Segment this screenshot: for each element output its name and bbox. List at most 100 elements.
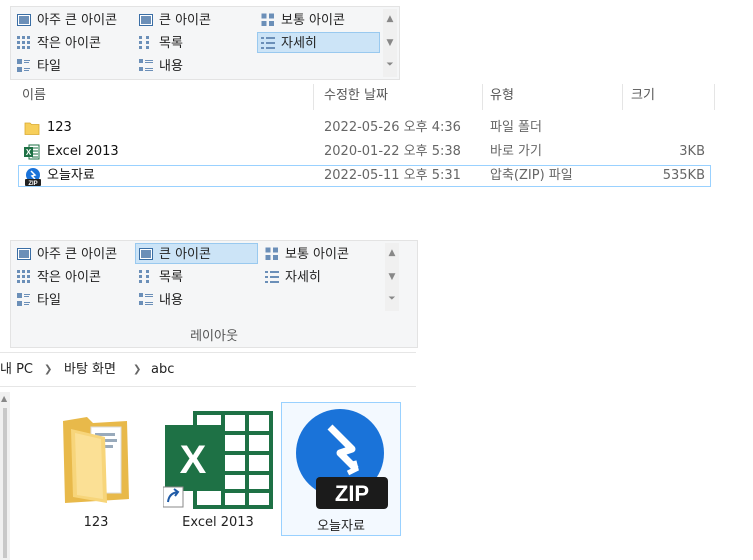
details-icon: [261, 36, 275, 50]
label: 보통 아이콘: [281, 13, 345, 28]
details-icon: [265, 270, 279, 284]
label: 보통 아이콘: [285, 247, 349, 262]
tile-label: 오늘자료: [317, 519, 365, 534]
excel-shortcut-icon: X: [24, 144, 40, 160]
tile-label: 123: [83, 515, 109, 530]
file-date: 2020-01-22 오후 5:38: [324, 144, 461, 159]
layout-large-icons[interactable]: 큰 아이콘: [135, 243, 258, 264]
tiles-icon: [17, 59, 31, 73]
column-divider[interactable]: [622, 84, 623, 110]
scroll-down-icon[interactable]: ▼: [383, 37, 397, 49]
layout-list[interactable]: 목록: [135, 32, 188, 53]
label: 큰 아이콘: [159, 247, 211, 262]
small-icons-icon: [17, 36, 31, 50]
label: 아주 큰 아이콘: [37, 13, 118, 28]
column-divider[interactable]: [714, 84, 715, 110]
chevron-right-icon[interactable]: ❯: [133, 361, 141, 379]
file-date: 2022-05-26 오후 4:36: [324, 120, 461, 135]
table-row[interactable]: X Excel 2013 2020-01-22 오후 5:38 바로 가기 3K…: [18, 141, 711, 163]
breadcrumb-item-this-pc[interactable]: 내 PC: [0, 361, 33, 379]
layout-small-icons[interactable]: 작은 아이콘: [13, 32, 106, 53]
label: 작은 아이콘: [37, 270, 101, 285]
layout-gallery-scrollbar[interactable]: ▲ ▼ ⏷: [385, 243, 399, 311]
file-name: 123: [47, 120, 72, 135]
layout-gallery-scrollbar[interactable]: ▲ ▼ ⏷: [383, 9, 397, 77]
file-type: 파일 폴더: [490, 120, 542, 135]
folder-icon: [57, 407, 137, 511]
layout-medium-icons[interactable]: 보통 아이콘: [257, 9, 350, 30]
scroll-up-icon[interactable]: ▲: [1, 394, 7, 403]
label: 작은 아이콘: [37, 36, 101, 51]
column-header-name[interactable]: 이름: [22, 84, 46, 108]
extra-large-icons-icon: [17, 13, 31, 27]
extra-large-icons-icon: [17, 247, 31, 261]
table-row[interactable]: ZIP 오늘자료 2022-05-11 오후 5:31 압축(ZIP) 파일 5…: [18, 165, 711, 187]
file-date: 2022-05-11 오후 5:31: [324, 168, 461, 183]
layout-small-icons[interactable]: 작은 아이콘: [13, 266, 106, 287]
content-icon: [139, 59, 153, 73]
layout-list[interactable]: 목록: [135, 266, 188, 287]
large-icons-icon: [139, 247, 153, 261]
divider: [0, 352, 416, 353]
excel-shortcut-icon: X: [162, 407, 275, 515]
layout-tiles[interactable]: 타일: [13, 289, 66, 310]
file-name: 오늘자료: [47, 168, 95, 183]
layout-large-icons[interactable]: 큰 아이콘: [135, 9, 216, 30]
label: 아주 큰 아이콘: [37, 247, 118, 262]
file-tile[interactable]: 123: [36, 402, 156, 536]
column-header-type[interactable]: 유형: [490, 84, 514, 108]
file-tile[interactable]: X Excel 2013: [158, 402, 278, 536]
scroll-up-icon[interactable]: ▲: [383, 13, 397, 25]
breadcrumb-item-desktop[interactable]: 바탕 화면: [64, 361, 116, 379]
label: 목록: [159, 270, 183, 285]
breadcrumb-item-abc[interactable]: abc: [151, 361, 174, 379]
list-icon: [139, 36, 153, 50]
file-type: 압축(ZIP) 파일: [490, 168, 573, 183]
divider: [0, 386, 416, 387]
scroll-up-icon[interactable]: ▲: [385, 247, 399, 259]
label: 타일: [37, 293, 61, 308]
file-tile[interactable]: ZIP 오늘자료: [281, 402, 401, 536]
label: 큰 아이콘: [159, 13, 211, 28]
svg-text:X: X: [26, 148, 32, 157]
folder-icon: [24, 120, 40, 136]
file-type: 바로 가기: [490, 144, 542, 159]
column-divider[interactable]: [313, 84, 314, 110]
medium-icons-icon: [261, 13, 275, 27]
navigation-pane-scrollbar[interactable]: ▲: [0, 392, 10, 560]
large-icons-icon: [139, 13, 153, 27]
scrollbar-thumb[interactable]: [3, 408, 7, 558]
label: 자세히: [285, 270, 321, 285]
file-size: 3KB: [679, 144, 705, 159]
expand-gallery-icon[interactable]: ⏷: [385, 293, 399, 305]
layout-details[interactable]: 자세히: [257, 32, 380, 53]
column-header-date[interactable]: 수정한 날짜: [324, 84, 388, 108]
layout-content[interactable]: 내용: [135, 289, 188, 310]
label: 내용: [159, 59, 183, 74]
layout-medium-icons[interactable]: 보통 아이콘: [261, 243, 354, 264]
scroll-down-icon[interactable]: ▼: [385, 271, 399, 283]
file-name: Excel 2013: [47, 144, 119, 159]
zip-icon: ZIP: [24, 168, 41, 187]
layout-extra-large-icons[interactable]: 아주 큰 아이콘: [13, 9, 122, 30]
layout-content[interactable]: 내용: [135, 55, 188, 76]
layout-details[interactable]: 자세히: [261, 266, 326, 287]
tile-label: Excel 2013: [182, 515, 254, 530]
column-divider[interactable]: [482, 84, 483, 110]
content-icon: [139, 293, 153, 307]
label: 내용: [159, 293, 183, 308]
table-row[interactable]: 123 2022-05-26 오후 4:36 파일 폴더: [18, 117, 711, 139]
chevron-right-icon[interactable]: ❯: [44, 361, 52, 379]
file-size: 535KB: [662, 168, 705, 183]
zip-badge-text: ZIP: [335, 481, 369, 506]
column-header-size[interactable]: 크기: [631, 84, 655, 108]
medium-icons-icon: [265, 247, 279, 261]
label: 자세히: [281, 36, 317, 51]
zip-icon: ZIP: [290, 407, 394, 515]
layout-ribbon-bottom: 아주 큰 아이콘 큰 아이콘 보통 아이콘 작은 아이콘 목록 자세히 타일 내…: [10, 240, 418, 348]
svg-text:ZIP: ZIP: [28, 181, 37, 186]
layout-tiles[interactable]: 타일: [13, 55, 66, 76]
expand-gallery-icon[interactable]: ⏷: [383, 59, 397, 71]
excel-letter: X: [180, 438, 207, 482]
layout-extra-large-icons[interactable]: 아주 큰 아이콘: [13, 243, 122, 264]
